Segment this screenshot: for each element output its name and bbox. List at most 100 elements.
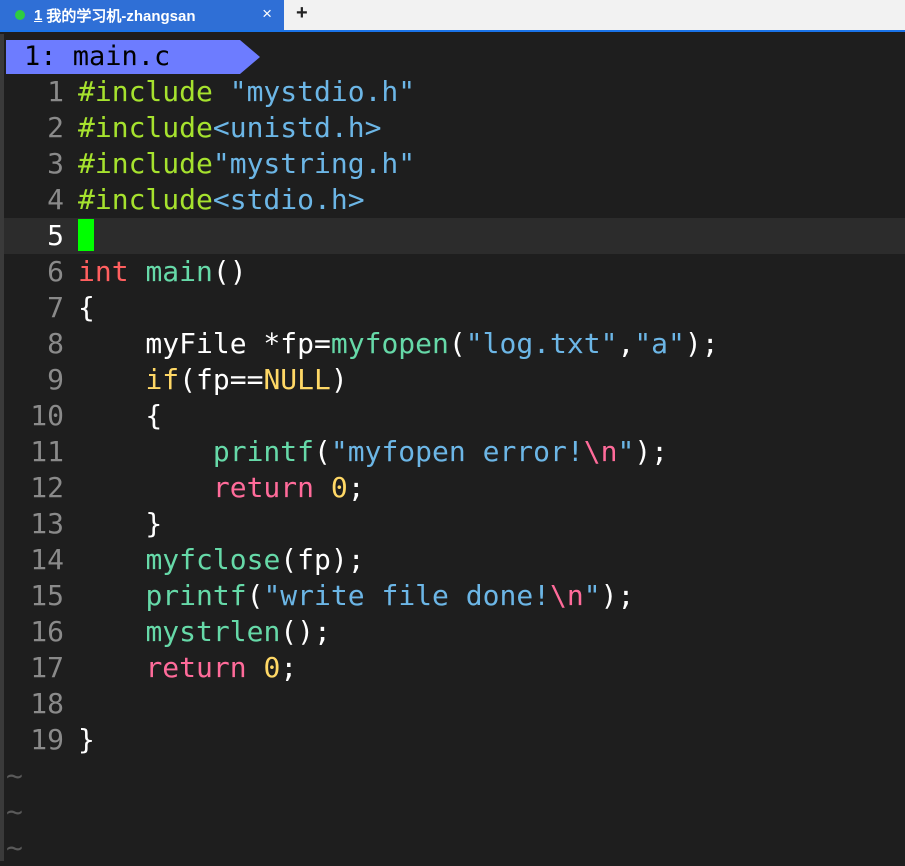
- code-token: myfopen: [330, 327, 449, 360]
- code-token: <stdio.h>: [212, 183, 365, 216]
- code-line[interactable]: 1 #include "mystdio.h": [4, 74, 905, 110]
- line-number: 18: [30, 687, 64, 720]
- code-text: printf("write file done!\n");: [78, 578, 634, 614]
- code-line[interactable]: 12 return 0;: [4, 470, 905, 506]
- code-line[interactable]: 5: [4, 218, 905, 254]
- code-token: #include: [78, 183, 213, 216]
- code-line[interactable]: 14 myfclose(fp);: [4, 542, 905, 578]
- code-token: ): [330, 363, 348, 396]
- code-area[interactable]: 1 #include "mystdio.h" 2 #include<unistd.h>…: [4, 74, 905, 866]
- line-number: 1: [47, 75, 64, 108]
- code-line[interactable]: 6 int main(): [4, 254, 905, 290]
- tab-bar: 1 我的学习机-zhangsan × +: [0, 0, 905, 32]
- code-line[interactable]: 17 return 0;: [4, 650, 905, 686]
- code-token: \n: [550, 579, 584, 612]
- code-text: #include<unistd.h>: [78, 110, 381, 146]
- code-token: ;: [347, 471, 365, 504]
- code-line[interactable]: 10 {: [4, 398, 905, 434]
- empty-line-marker: ~: [6, 759, 23, 792]
- code-text: }: [78, 506, 162, 542]
- code-line[interactable]: 18: [4, 686, 905, 722]
- code-token: "a": [634, 327, 685, 360]
- code-text: }: [78, 722, 95, 758]
- code-token: }: [78, 507, 163, 540]
- code-token: NULL: [263, 363, 331, 396]
- code-line[interactable]: 13 }: [4, 506, 905, 542]
- code-line[interactable]: 8 myFile *fp=myfopen("log.txt","a");: [4, 326, 905, 362]
- code-token: (: [246, 579, 264, 612]
- buffer-tab[interactable]: 1: main.c: [6, 40, 240, 74]
- line-number: 19: [30, 723, 64, 756]
- code-token: "log.txt": [465, 327, 618, 360]
- line-number: 13: [30, 507, 64, 540]
- code-token: ": [583, 579, 601, 612]
- code-text: myFile *fp=myfopen("log.txt","a");: [78, 326, 719, 362]
- code-token: return: [212, 471, 315, 504]
- code-token: return: [145, 651, 247, 684]
- code-token: <unistd.h>: [212, 111, 382, 144]
- code-line[interactable]: 3 #include"mystring.h": [4, 146, 905, 182]
- empty-line-marker: ~: [6, 795, 23, 828]
- line-number: 10: [30, 399, 64, 432]
- code-token: mystrlen: [145, 615, 281, 648]
- line-number: 14: [30, 543, 64, 576]
- code-token: }: [78, 723, 95, 756]
- line-number: 2: [47, 111, 64, 144]
- close-icon[interactable]: ×: [262, 4, 272, 24]
- line-number: 6: [47, 255, 64, 288]
- code-token: ;: [280, 651, 298, 684]
- line-number: 8: [47, 327, 64, 360]
- code-token: {: [78, 291, 95, 324]
- code-token: printf: [212, 435, 315, 468]
- code-line[interactable]: 2 #include<unistd.h>: [4, 110, 905, 146]
- code-token: );: [600, 579, 635, 612]
- code-line[interactable]: 15 printf("write file done!\n");: [4, 578, 905, 614]
- line-number: 3: [47, 147, 64, 180]
- line-number: 4: [47, 183, 64, 216]
- code-text: #include"mystring.h": [78, 146, 415, 182]
- code-token: ": [617, 435, 635, 468]
- line-number: 15: [30, 579, 64, 612]
- code-token: 0: [263, 651, 281, 684]
- code-token: ,: [617, 327, 635, 360]
- code-token: printf: [145, 579, 247, 612]
- code-token: {: [78, 399, 163, 432]
- code-token: );: [684, 327, 719, 360]
- code-token: (): [212, 255, 247, 288]
- code-text: int main(): [78, 254, 247, 290]
- code-line[interactable]: 19}: [4, 722, 905, 758]
- line-number: 16: [30, 615, 64, 648]
- code-token: \n: [583, 435, 618, 468]
- code-token: (: [314, 435, 331, 468]
- line-number: 11: [30, 435, 64, 468]
- code-text: #include<stdio.h>: [78, 182, 365, 218]
- session-tab[interactable]: 1 我的学习机-zhangsan ×: [0, 0, 284, 30]
- code-line[interactable]: 4 #include<stdio.h>: [4, 182, 905, 218]
- code-token: 0: [330, 471, 348, 504]
- code-token: "mystring.h": [212, 147, 416, 180]
- code-line[interactable]: 16 mystrlen();: [4, 614, 905, 650]
- code-token: #include: [78, 75, 230, 108]
- code-token: if: [145, 363, 180, 396]
- new-tab-button[interactable]: +: [296, 2, 308, 25]
- code-line[interactable]: 7{: [4, 290, 905, 326]
- code-line[interactable]: 9 if(fp==NULL): [4, 362, 905, 398]
- code-token: (fp==: [179, 363, 264, 396]
- code-text: printf("myfopen error!\n");: [78, 434, 668, 470]
- vim-editor[interactable]: 1: main.c 1 #include "mystdio.h" 2 #include…: [0, 34, 905, 864]
- code-text: myfclose(fp);: [78, 542, 364, 578]
- code-token: ();: [280, 615, 331, 648]
- code-text: #include "mystdio.h": [78, 74, 415, 110]
- code-line[interactable]: 11 printf("myfopen error!\n");: [4, 434, 905, 470]
- code-token: #include: [78, 147, 213, 180]
- line-number: 5: [47, 219, 64, 252]
- code-token: "mystdio.h": [229, 75, 416, 108]
